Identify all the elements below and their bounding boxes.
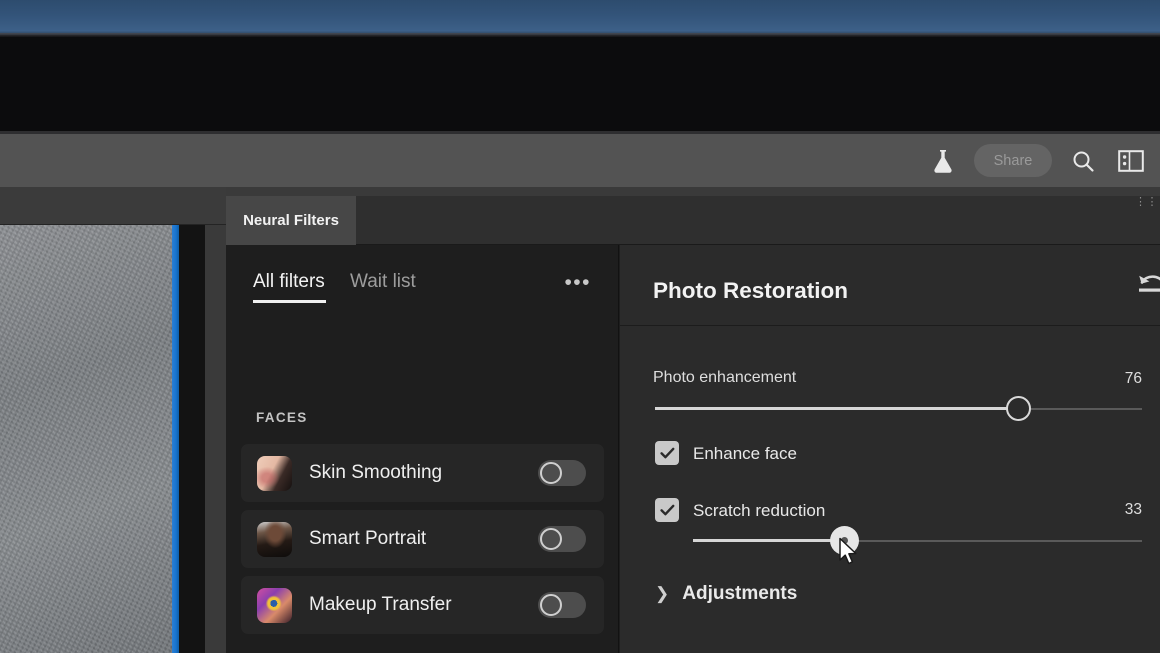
tab-wait-list[interactable]: Wait list — [350, 271, 416, 293]
restored-photo-preview[interactable] — [0, 225, 172, 653]
filter-row-smart-portrait[interactable]: Smart Portrait — [241, 510, 604, 568]
toggle-makeup-transfer[interactable] — [538, 592, 586, 618]
toggle-smart-portrait[interactable] — [538, 526, 586, 552]
tab-neural-filters-label: Neural Filters — [243, 212, 339, 229]
filter-row-makeup-transfer[interactable]: Makeup Transfer — [241, 576, 604, 634]
tab-all-filters-label: All filters — [253, 271, 325, 292]
canvas-gutter — [179, 225, 205, 653]
more-options-icon[interactable]: ••• — [564, 272, 591, 293]
scratch-reduction-value: 33 — [1124, 501, 1142, 518]
neural-filters-tab-strip: Neural Filters ⋮⋮ — [226, 187, 1160, 245]
chevron-right-icon: ❯ — [655, 584, 670, 603]
section-heading-faces: FACES — [256, 410, 308, 425]
share-button[interactable]: Share — [974, 144, 1052, 177]
photo-selection-edge — [172, 225, 179, 653]
photo-enhancement-value: 76 — [1124, 370, 1142, 387]
filter-label-skin-smoothing: Skin Smoothing — [309, 462, 443, 483]
filter-list-pane: All filters Wait list ••• FACES Skin Smo… — [226, 245, 619, 653]
app-toolbar: Share — [0, 134, 1160, 187]
photo-enhancement-slider-fill — [655, 407, 1013, 410]
toggle-knob — [540, 462, 562, 484]
scratch-reduction-slider-fill — [693, 539, 833, 542]
tab-all-filters[interactable]: All filters — [253, 271, 325, 293]
page-title: Photo Restoration — [653, 278, 848, 303]
filter-list-tabs: All filters Wait list ••• — [226, 245, 619, 320]
scratch-reduction-checkbox[interactable] — [655, 498, 679, 522]
enhance-face-checkbox[interactable] — [655, 441, 679, 465]
desktop-background-band — [0, 0, 1160, 35]
black-region — [0, 37, 1160, 133]
photo-enhancement-slider-handle[interactable] — [1006, 396, 1031, 421]
canvas-tab-bar — [0, 187, 226, 225]
toggle-knob — [540, 528, 562, 550]
scratch-reduction-slider-handle[interactable] — [830, 526, 859, 555]
makeup-thumbnail — [257, 587, 292, 623]
adjustments-label: Adjustments — [682, 583, 798, 604]
skin-thumbnail — [257, 455, 292, 491]
drag-grip-icon[interactable]: ⋮⋮ — [1135, 197, 1158, 208]
tab-neural-filters[interactable]: Neural Filters — [226, 196, 356, 245]
search-icon[interactable] — [1066, 144, 1100, 178]
scratch-reduction-label: Scratch reduction — [693, 501, 826, 520]
canvas-right-edge — [205, 225, 226, 653]
tab-wait-list-label: Wait list — [350, 271, 416, 292]
photo-enhancement-label: Photo enhancement — [653, 369, 797, 386]
reset-undo-icon[interactable] — [1136, 270, 1160, 305]
flask-icon[interactable] — [926, 144, 960, 178]
filter-label-smart-portrait: Smart Portrait — [309, 528, 427, 549]
adjustments-section-toggle[interactable]: ❯ Adjustments — [655, 583, 797, 605]
share-label: Share — [993, 152, 1033, 169]
portrait-thumbnail — [257, 521, 292, 557]
filter-row-skin-smoothing[interactable]: Skin Smoothing — [241, 444, 604, 502]
document-canvas — [0, 187, 226, 653]
filter-label-makeup-transfer: Makeup Transfer — [309, 594, 452, 615]
panel-layout-icon[interactable] — [1114, 144, 1148, 178]
toggle-knob — [540, 594, 562, 616]
tab-active-underline — [253, 300, 326, 303]
toggle-skin-smoothing[interactable] — [538, 460, 586, 486]
app-window: Share Neural Filters ⋮⋮ All filters Wait… — [0, 0, 1160, 653]
enhance-face-label: Enhance face — [693, 444, 797, 463]
